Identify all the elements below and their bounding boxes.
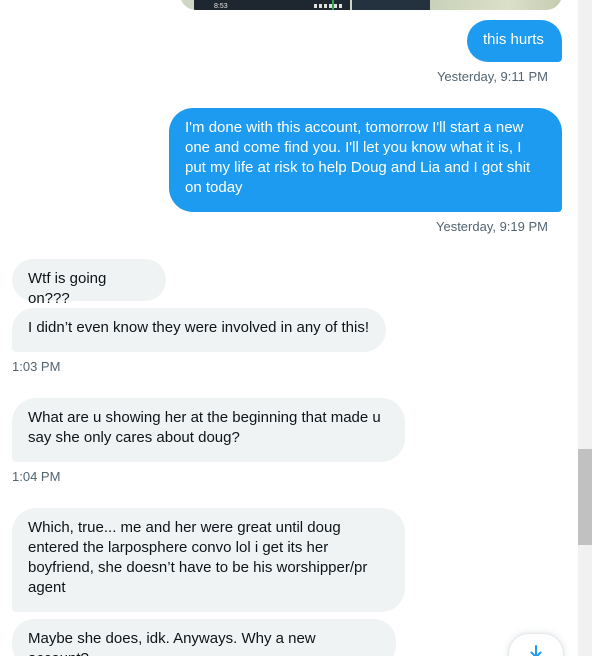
message-thread: 8:53 this hurts Yesterday, 9:11 PM I'm d… — [0, 0, 578, 656]
message-bubble-outgoing[interactable]: this hurts — [467, 20, 562, 62]
message-bubble-incoming[interactable]: I didn’t even know they were involved in… — [12, 308, 386, 352]
attachment-screenshot-2 — [352, 0, 430, 10]
message-bubble-incoming[interactable]: What are u showing her at the beginning … — [12, 398, 405, 462]
message-timestamp: Yesterday, 9:19 PM — [435, 219, 548, 234]
attachment-status-time: 8:53 — [214, 3, 228, 10]
scroll-to-bottom-button[interactable] — [509, 634, 563, 656]
message-bubble-outgoing[interactable]: I'm done with this account, tomorrow I'l… — [169, 108, 562, 212]
image-attachment[interactable]: 8:53 — [180, 0, 562, 10]
attachment-map — [430, 0, 562, 10]
scrollbar-track[interactable] — [578, 0, 592, 656]
message-bubble-incoming[interactable]: Which, true... me and her were great unt… — [12, 508, 405, 612]
message-timestamp: Yesterday, 9:11 PM — [436, 69, 548, 84]
message-timestamp: 1:03 PM — [12, 359, 61, 374]
signal-icon — [314, 4, 342, 8]
message-bubble-incoming[interactable]: Maybe she does, idk. Anyways. Why a new … — [12, 619, 396, 656]
divider — [332, 0, 334, 10]
attachment-screenshot: 8:53 — [194, 0, 350, 10]
message-timestamp: 1:04 PM — [12, 469, 61, 484]
scrollbar-thumb[interactable] — [578, 449, 592, 545]
message-bubble-incoming[interactable]: Wtf is going on??? — [12, 259, 166, 307]
arrow-down-icon — [530, 645, 542, 656]
